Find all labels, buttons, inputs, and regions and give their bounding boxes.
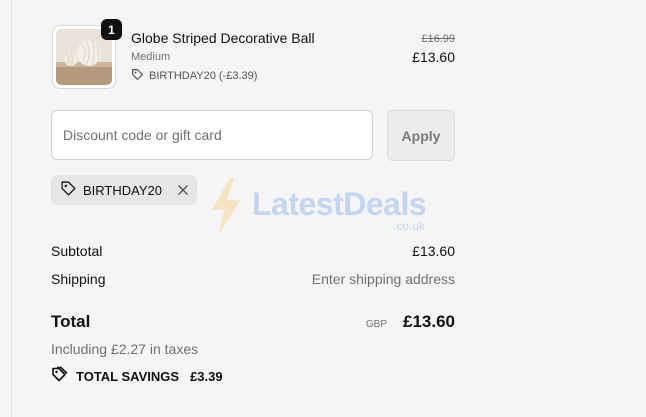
product-discount-text: BIRTHDAY20 (-£3.39)	[149, 70, 258, 82]
shipping-label: Shipping	[51, 271, 106, 287]
original-price: £16.99	[421, 33, 455, 45]
product-discount-line: BIRTHDAY20 (-£3.39)	[131, 68, 257, 84]
final-price: £13.60	[412, 49, 455, 65]
savings-label: TOTAL SAVINGS	[76, 368, 180, 384]
watermark-subtext: .co.uk	[393, 219, 426, 233]
watermark: LatestDeals .co.uk	[208, 178, 443, 236]
close-icon[interactable]	[177, 184, 189, 196]
apply-button[interactable]: Apply	[387, 110, 455, 161]
subtotal-label: Subtotal	[51, 243, 103, 259]
taxes-note: Including £2.27 in taxes	[51, 341, 199, 357]
lightning-bolt-icon	[212, 178, 240, 236]
shipping-value: Enter shipping address	[311, 271, 455, 287]
tag-icon	[51, 366, 69, 386]
panel-divider	[11, 0, 12, 417]
applied-discount-chip: BIRTHDAY20	[51, 175, 197, 205]
product-variant: Medium	[131, 51, 171, 63]
total-currency: GBP	[365, 319, 387, 330]
total-label: Total	[51, 312, 91, 331]
total-savings: TOTAL SAVINGS £3.39	[51, 366, 223, 386]
watermark-text: LatestDeals	[252, 186, 427, 222]
product-name: Globe Striped Decorative Ball	[131, 30, 315, 46]
product-thumbnail: 1	[52, 19, 122, 89]
quantity-badge: 1	[101, 19, 122, 40]
discount-code-input[interactable]	[51, 110, 373, 160]
savings-amount: £3.39	[190, 368, 223, 384]
tag-icon	[131, 68, 144, 84]
tag-icon	[60, 180, 77, 200]
applied-code-text: BIRTHDAY20	[83, 182, 162, 198]
total-amount: £13.60	[403, 312, 455, 331]
subtotal-value: £13.60	[412, 243, 455, 259]
